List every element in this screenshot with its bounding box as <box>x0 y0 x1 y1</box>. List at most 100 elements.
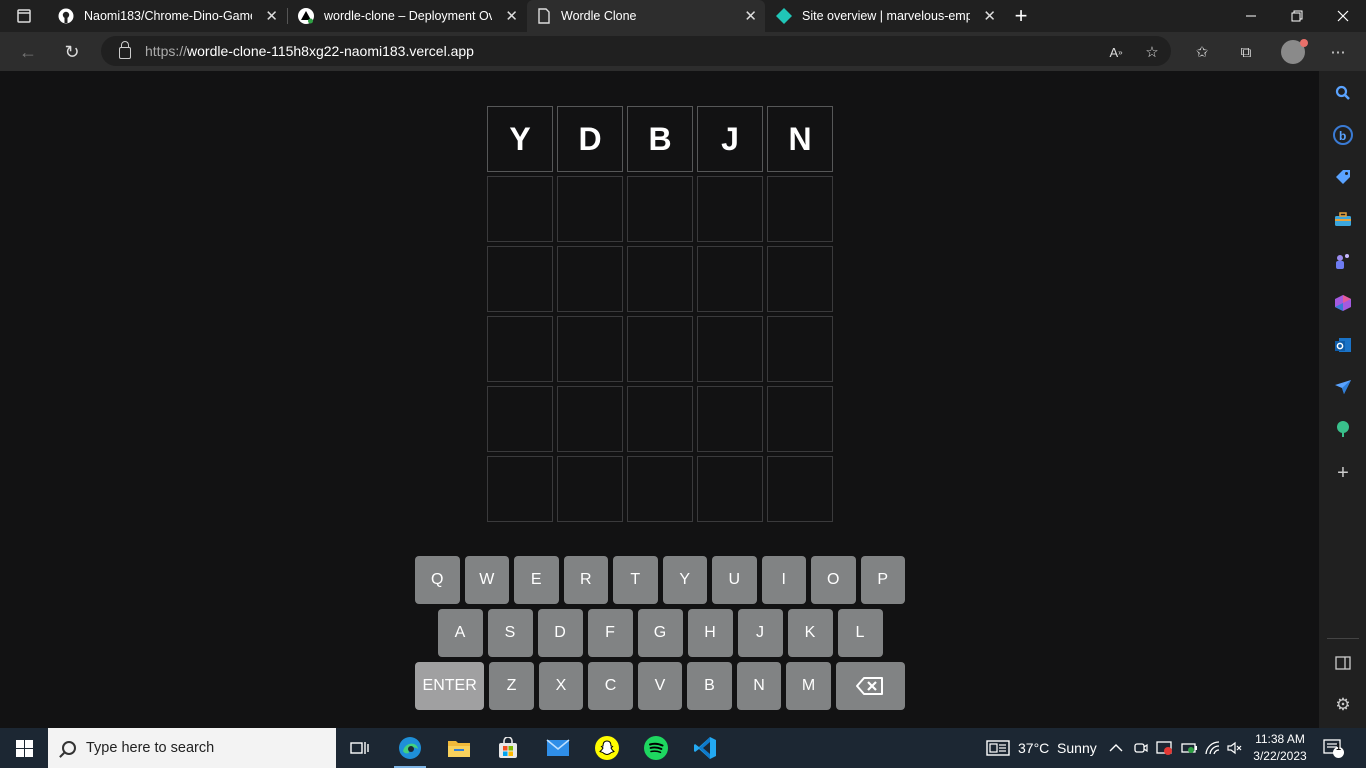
spotify-icon[interactable] <box>632 728 680 768</box>
sidebar-divider <box>1327 638 1359 639</box>
enter-key[interactable]: ENTER <box>415 662 485 710</box>
send-icon[interactable] <box>1333 377 1353 397</box>
key-p[interactable]: P <box>860 556 905 604</box>
new-tab-icon[interactable]: + <box>998 0 1044 32</box>
weather-widget[interactable]: 37°C Sunny <box>986 728 1097 768</box>
browser-tab-bar: Naomi183/Chrome-Dino-Game ✕ wordle-clone… <box>0 0 1366 32</box>
key-x[interactable]: X <box>538 662 584 710</box>
restore-icon[interactable] <box>1274 0 1320 32</box>
backspace-key[interactable] <box>835 662 905 710</box>
key-a[interactable]: A <box>437 609 483 657</box>
taskbar-search-box[interactable]: Type here to search <box>48 728 336 768</box>
office-icon[interactable] <box>1333 293 1353 313</box>
key-t[interactable]: T <box>613 556 658 604</box>
key-h[interactable]: H <box>687 609 733 657</box>
games-icon[interactable] <box>1333 251 1353 271</box>
key-c[interactable]: C <box>588 662 633 710</box>
tab-github[interactable]: Naomi183/Chrome-Dino-Game ✕ <box>48 0 286 32</box>
tray-overflow-icon[interactable] <box>1109 728 1123 768</box>
hide-sidebar-icon[interactable] <box>1333 653 1353 673</box>
screen-recording-icon[interactable] <box>1156 728 1174 768</box>
key-b[interactable]: B <box>687 662 732 710</box>
key-k[interactable]: K <box>787 609 833 657</box>
key-l[interactable]: L <box>837 609 883 657</box>
bing-icon[interactable]: b <box>1333 125 1353 145</box>
board-tile <box>627 176 693 242</box>
windows-start-icon[interactable] <box>0 728 48 768</box>
collections-icon[interactable]: ⧉ <box>1234 40 1258 64</box>
lock-icon <box>119 41 131 59</box>
key-m[interactable]: M <box>786 662 831 710</box>
key-n[interactable]: N <box>736 662 782 710</box>
read-aloud-icon[interactable]: A» <box>1104 40 1128 64</box>
task-view-icon[interactable] <box>336 728 384 768</box>
tab-actions-icon[interactable] <box>0 0 48 32</box>
vscode-icon[interactable] <box>681 728 729 768</box>
tree-icon[interactable] <box>1333 419 1353 439</box>
windows-taskbar: Type here to search 37°C Sunny 11:38 AM … <box>0 728 1366 768</box>
taskbar-clock[interactable]: 11:38 AM 3/22/2023 <box>1244 731 1316 765</box>
close-icon[interactable]: ✕ <box>505 7 518 25</box>
board-tile <box>767 386 833 452</box>
add-icon[interactable]: + <box>1333 462 1353 484</box>
tab-netlify[interactable]: Site overview | marvelous-empanada ✕ <box>766 0 1004 32</box>
refresh-icon[interactable]: ↻ <box>58 38 86 66</box>
key-y[interactable]: Y <box>662 556 707 604</box>
wifi-icon[interactable] <box>1205 728 1221 768</box>
shopping-tag-icon[interactable] <box>1333 167 1353 187</box>
search-icon[interactable] <box>1333 83 1353 103</box>
more-icon[interactable]: ⋯ <box>1326 40 1350 64</box>
key-g[interactable]: G <box>637 609 683 657</box>
board-tile <box>697 456 763 522</box>
key-f[interactable]: F <box>587 609 633 657</box>
address-bar: ← ↻ https:// wordle-clone-115h8xg22-naom… <box>0 32 1366 71</box>
keyboard-row: A S D F G H J K L <box>415 609 905 657</box>
board-tile <box>697 386 763 452</box>
meet-now-icon[interactable] <box>1134 728 1148 768</box>
weather-text: 37°C Sunny <box>1018 740 1097 756</box>
add-favorite-icon[interactable]: ☆ <box>1140 40 1164 64</box>
back-icon[interactable]: ← <box>14 38 42 66</box>
key-j[interactable]: J <box>737 609 783 657</box>
settings-gear-icon[interactable]: ⚙ <box>1333 695 1353 715</box>
key-q[interactable]: Q <box>415 556 460 604</box>
minimize-icon[interactable] <box>1228 0 1274 32</box>
notification-center-icon[interactable]: 1 <box>1323 728 1345 768</box>
keyboard-row: Q W E R T Y U I O P <box>415 556 905 604</box>
key-i[interactable]: I <box>761 556 806 604</box>
edge-app-icon[interactable] <box>386 728 434 768</box>
close-window-icon[interactable] <box>1320 0 1366 32</box>
close-icon[interactable]: ✕ <box>744 7 757 25</box>
key-w[interactable]: W <box>464 556 509 604</box>
battery-icon[interactable] <box>1181 728 1199 768</box>
key-z[interactable]: Z <box>489 662 534 710</box>
url-host: wordle-clone-115h8xg22-naomi183.vercel.a… <box>187 43 474 59</box>
outlook-icon[interactable] <box>1333 335 1353 355</box>
tools-icon[interactable] <box>1333 209 1353 229</box>
key-o[interactable]: O <box>811 556 856 604</box>
tab-label: Naomi183/Chrome-Dino-Game <box>84 9 252 23</box>
tab-wordle-clone[interactable]: Wordle Clone ✕ <box>527 0 765 32</box>
avatar[interactable] <box>1281 39 1308 64</box>
microsoft-store-icon[interactable] <box>484 728 532 768</box>
key-u[interactable]: U <box>712 556 757 604</box>
close-icon[interactable]: ✕ <box>983 7 996 25</box>
speaker-muted-icon[interactable] <box>1227 728 1243 768</box>
edge-sidebar: b + ⚙ <box>1319 71 1366 728</box>
clock-time: 11:38 AM <box>1255 732 1305 746</box>
snapchat-icon[interactable] <box>583 728 631 768</box>
tab-label: wordle-clone – Deployment Overview <box>324 9 492 23</box>
favorites-icon[interactable]: ✩ <box>1190 40 1214 64</box>
key-r[interactable]: R <box>563 556 608 604</box>
close-icon[interactable]: ✕ <box>265 7 278 25</box>
board-tile <box>487 316 553 382</box>
key-d[interactable]: D <box>537 609 583 657</box>
key-s[interactable]: S <box>487 609 533 657</box>
mail-icon[interactable] <box>534 728 582 768</box>
url-field[interactable]: https:// wordle-clone-115h8xg22-naomi183… <box>101 36 1171 66</box>
board-tile: J <box>697 106 763 172</box>
file-explorer-icon[interactable] <box>435 728 483 768</box>
key-e[interactable]: E <box>514 556 559 604</box>
key-v[interactable]: V <box>637 662 683 710</box>
tab-vercel[interactable]: wordle-clone – Deployment Overview ✕ <box>288 0 526 32</box>
